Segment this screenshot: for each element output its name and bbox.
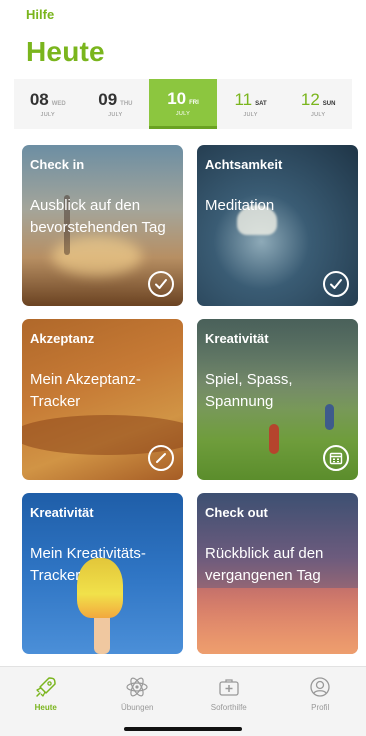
tab-label: Heute — [34, 703, 57, 712]
pencil-icon — [148, 445, 174, 471]
card-background-image — [197, 588, 358, 654]
date-item-12[interactable]: 12 SUN JULY — [284, 79, 352, 129]
tab-profil[interactable]: Profil — [275, 667, 366, 736]
date-item-08[interactable]: 08 WED JULY — [14, 79, 82, 129]
tab-uebungen[interactable]: Übungen — [92, 667, 184, 736]
tab-soforthilfe[interactable]: Soforthilfe — [183, 667, 275, 736]
date-day: 08 — [29, 90, 49, 109]
date-weekday: WED — [51, 101, 66, 107]
card-kreativitaet-spiel[interactable]: Kreativität Spiel, Spass, Spannung — [197, 319, 358, 480]
date-item-10-selected[interactable]: 10 FRI JULY — [149, 79, 217, 129]
date-item-09[interactable]: 09 THU JULY — [82, 79, 150, 129]
card-category: Kreativität — [205, 331, 269, 346]
card-category: Kreativität — [30, 505, 94, 520]
check-icon — [323, 271, 349, 297]
check-icon — [148, 271, 174, 297]
profile-icon — [308, 675, 332, 699]
date-strip: 08 WED JULY 09 THU JULY 10 FRI JULY 11 SAT J… — [14, 79, 352, 129]
card-title: Mein Kreativitäts-Tracker — [30, 545, 146, 584]
card-akzeptanz[interactable]: Akzeptanz Mein Akzeptanz-Tracker — [22, 319, 183, 480]
date-weekday: FRI — [189, 99, 199, 106]
tab-label: Profil — [311, 703, 330, 712]
date-day: 12 — [300, 90, 320, 109]
date-weekday: SAT — [255, 101, 267, 107]
date-month: JULY — [243, 112, 258, 118]
calendar-icon — [323, 445, 349, 471]
help-link[interactable]: Hilfe — [26, 7, 54, 22]
date-month: JULY — [40, 112, 55, 118]
card-category: Achtsamkeit — [205, 157, 283, 172]
card-achtsamkeit[interactable]: Achtsamkeit Meditation — [197, 145, 358, 306]
page-title: Heute — [26, 36, 105, 67]
date-weekday: SUN — [322, 101, 336, 107]
date-day: 11 — [234, 90, 253, 109]
date-day: 09 — [98, 90, 118, 109]
card-category: Akzeptanz — [30, 331, 95, 346]
first-aid-kit-icon — [217, 675, 241, 699]
card-title: Ausblick auf den bevorstehenden Tag — [30, 197, 166, 236]
date-day: 10 — [167, 88, 187, 108]
card-check-out[interactable]: Check out Rückblick auf den vergangenen … — [197, 493, 358, 654]
tab-label: Soforthilfe — [210, 703, 247, 712]
date-month: JULY — [175, 110, 191, 117]
atom-icon — [125, 675, 149, 699]
date-item-11[interactable]: 11 SAT JULY — [217, 79, 285, 129]
tab-label: Übungen — [121, 703, 154, 712]
card-title: Mein Akzeptanz-Tracker — [30, 371, 141, 410]
date-month: JULY — [311, 112, 326, 118]
card-check-in[interactable]: Check in Ausblick auf den bevorstehenden… — [22, 145, 183, 306]
date-month: JULY — [108, 112, 123, 118]
card-title: Rückblick auf den vergangenen Tag — [205, 545, 324, 584]
card-title: Meditation — [205, 197, 275, 214]
rocket-icon — [34, 675, 58, 699]
card-category: Check in — [30, 157, 85, 172]
card-kreativitaet-tracker[interactable]: Kreativität Mein Kreativitäts-Tracker — [22, 493, 183, 654]
tab-bar: Heute Übungen Soforthilfe Profil — [0, 666, 366, 736]
home-indicator — [124, 727, 242, 731]
card-category: Check out — [205, 505, 268, 520]
tab-heute[interactable]: Heute — [0, 667, 92, 736]
card-title: Spiel, Spass, Spannung — [205, 371, 293, 410]
card-background-image — [269, 424, 279, 454]
date-weekday: THU — [120, 101, 133, 107]
